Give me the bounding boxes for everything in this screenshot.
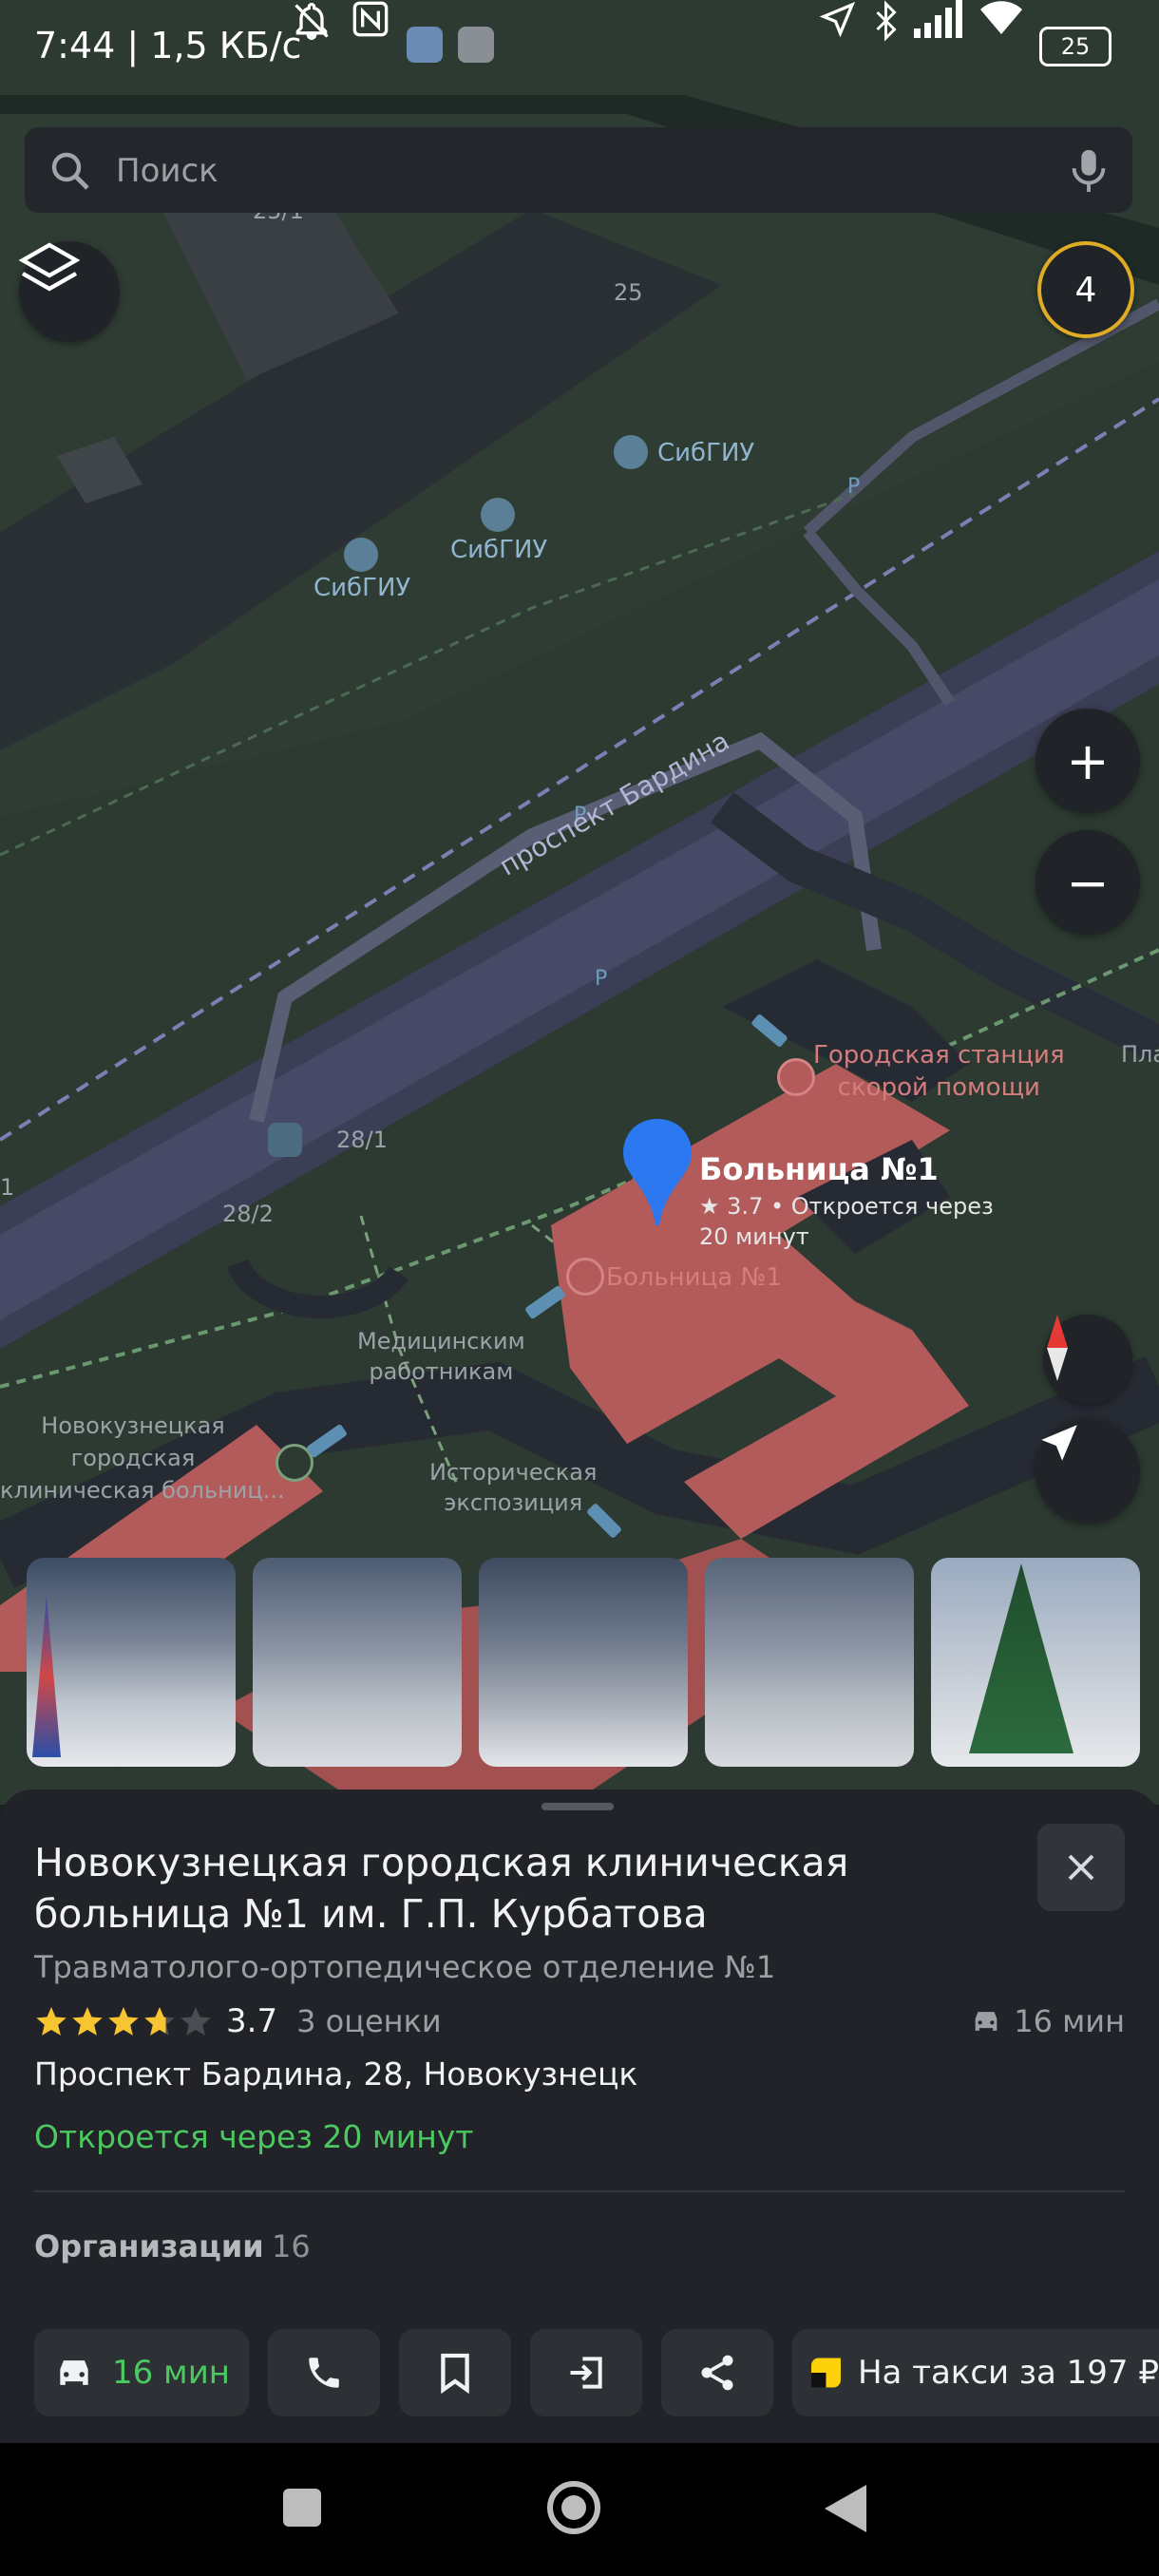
search-bar[interactable] bbox=[25, 127, 1132, 215]
search-input[interactable] bbox=[114, 127, 973, 215]
telegram-icon bbox=[407, 27, 443, 63]
star-full-icon bbox=[36, 2007, 66, 2036]
car-icon bbox=[975, 2012, 998, 2031]
star-empty-icon bbox=[180, 2007, 211, 2036]
status-time: 7:44 | 1,5 КБ/с bbox=[34, 25, 302, 66]
microphone-icon[interactable] bbox=[1066, 146, 1112, 194]
university-icon[interactable] bbox=[344, 538, 378, 572]
place-card-sheet[interactable]: Новокузнецкая городская клиническая боль… bbox=[0, 1790, 1159, 2443]
poi-left-hospital[interactable]: Новокузнецкая городская клиническая боль… bbox=[0, 1410, 285, 1506]
taxi-price-label: На такси за 197 ₽ bbox=[857, 2354, 1159, 2392]
yandex-taxi-icon bbox=[811, 2358, 841, 2388]
photo-thumbnail[interactable] bbox=[705, 1558, 914, 1767]
parking-icon: P bbox=[595, 967, 608, 991]
profile-level-badge[interactable]: 4 bbox=[1037, 241, 1134, 338]
building-number-28-1: 28/1 bbox=[336, 1127, 388, 1153]
bell-off-icon bbox=[294, 3, 329, 40]
building-number-28-2: 28/2 bbox=[222, 1201, 274, 1227]
opening-status[interactable]: Откроется через 20 минут bbox=[34, 2118, 474, 2155]
zoom-out-button[interactable]: − bbox=[1036, 830, 1140, 935]
entrance-button[interactable] bbox=[530, 2329, 642, 2416]
close-button[interactable] bbox=[1037, 1824, 1125, 1911]
sheet-drag-handle[interactable] bbox=[542, 1803, 614, 1810]
drive-time: 16 мин bbox=[970, 2000, 1125, 2042]
my-location-button[interactable] bbox=[1036, 1419, 1140, 1524]
rating-value: 3.7 bbox=[226, 2002, 278, 2040]
poi-sibgiu-3[interactable]: СибГИУ bbox=[314, 574, 410, 602]
building-number-25: 25 bbox=[614, 279, 643, 306]
christmas-tree-decoration bbox=[969, 1563, 1074, 1753]
search-icon bbox=[51, 152, 89, 190]
christmas-tree-decoration bbox=[32, 1596, 61, 1757]
route-button[interactable]: 16 мин bbox=[34, 2329, 249, 2416]
poi-hospital-small[interactable]: Больница №1 bbox=[606, 1261, 782, 1294]
photo-thumbnail[interactable] bbox=[27, 1558, 236, 1767]
recent-apps-icon[interactable] bbox=[283, 2489, 321, 2527]
edge-label-left: 1 bbox=[0, 1174, 15, 1201]
organizations-count: 16 bbox=[272, 2228, 311, 2264]
compass-icon bbox=[1047, 1315, 1068, 1381]
rating-row[interactable]: 3.7 3 оценки bbox=[34, 2000, 442, 2042]
layers-icon bbox=[19, 242, 80, 292]
divider bbox=[34, 2190, 1125, 2192]
star-full-icon bbox=[108, 2007, 139, 2036]
place-address[interactable]: Проспект Бардина, 28, Новокузнецк bbox=[34, 2055, 637, 2093]
selected-pin-icon[interactable] bbox=[623, 1119, 692, 1225]
photo-thumbnail[interactable] bbox=[253, 1558, 462, 1767]
star-half-icon bbox=[144, 2007, 175, 2036]
enter-icon bbox=[570, 2357, 602, 2389]
back-icon[interactable] bbox=[825, 2485, 866, 2532]
compass-button[interactable] bbox=[1043, 1315, 1132, 1404]
nfc-icon bbox=[352, 1, 389, 37]
photo-thumbnail[interactable] bbox=[931, 1558, 1140, 1767]
poi-historical-exhibit[interactable]: Историческая экспозиция bbox=[429, 1457, 597, 1518]
place-category: Травматолого-ортопедическое отделение №1 bbox=[34, 1949, 776, 1985]
photo-thumbnail[interactable] bbox=[479, 1558, 688, 1767]
bookmark-icon bbox=[441, 2353, 469, 2394]
poi-sibgiu-1[interactable]: СибГИУ bbox=[657, 439, 754, 467]
bus-stop-icon[interactable] bbox=[268, 1123, 302, 1157]
place-title: Новокузнецкая городская клиническая боль… bbox=[34, 1840, 849, 1937]
car-icon bbox=[60, 2360, 88, 2385]
route-time-label: 16 мин bbox=[111, 2354, 231, 2392]
parking-icon: P bbox=[847, 475, 861, 499]
share-button[interactable] bbox=[661, 2329, 773, 2416]
university-icon[interactable] bbox=[481, 498, 515, 532]
zoom-in-button[interactable]: + bbox=[1036, 709, 1140, 813]
poi-ambulance-station[interactable]: Городская станция скорой помощи bbox=[813, 1039, 1065, 1104]
share-icon bbox=[701, 2355, 733, 2391]
poi-monument-medical-workers[interactable]: Медицинским работникам bbox=[357, 1326, 525, 1387]
signal-icon bbox=[914, 0, 962, 38]
drive-time-label: 16 мин bbox=[1014, 2003, 1125, 2039]
google-icon bbox=[458, 27, 494, 63]
university-icon[interactable] bbox=[614, 435, 648, 469]
bluetooth-icon bbox=[876, 0, 897, 42]
organizations-label[interactable]: Организации bbox=[34, 2228, 264, 2264]
poi-sibgiu-2[interactable]: СибГИУ bbox=[450, 536, 547, 564]
system-navigation-bar bbox=[0, 2443, 1159, 2576]
taxi-button[interactable]: На такси за 197 ₽ bbox=[792, 2329, 1159, 2416]
bookmark-button[interactable] bbox=[399, 2329, 511, 2416]
ratings-count[interactable]: 3 оценки bbox=[296, 2003, 442, 2039]
call-button[interactable] bbox=[268, 2329, 380, 2416]
home-icon[interactable] bbox=[547, 2481, 600, 2534]
phone-icon bbox=[309, 2358, 339, 2388]
location-arrow-icon bbox=[819, 1, 856, 38]
layers-button[interactable] bbox=[19, 241, 120, 342]
edge-label-right: Пла bbox=[1121, 1041, 1159, 1068]
battery-icon: 25 bbox=[1039, 27, 1112, 66]
hospital-marker[interactable] bbox=[566, 1258, 604, 1296]
pin-title[interactable]: Больница №1 bbox=[699, 1151, 939, 1187]
status-bar: 7:44 | 1,5 КБ/с 25 bbox=[0, 0, 1159, 104]
wifi-icon bbox=[980, 1, 1022, 34]
navigation-arrow-icon bbox=[1041, 1425, 1077, 1461]
pin-open-time: 20 минут bbox=[699, 1223, 809, 1250]
map-canvas[interactable] bbox=[0, 0, 1159, 1805]
photo-carousel[interactable] bbox=[27, 1558, 1159, 1769]
pin-rating: ★ 3.7 • Откроется через bbox=[699, 1193, 994, 1220]
star-full-icon bbox=[72, 2007, 103, 2036]
map-view[interactable]: 25/1 25 СибГИУ СибГИУ СибГИУ P P P просп… bbox=[0, 0, 1159, 1805]
ambulance-marker[interactable] bbox=[777, 1058, 815, 1096]
close-icon bbox=[1068, 1854, 1094, 1881]
